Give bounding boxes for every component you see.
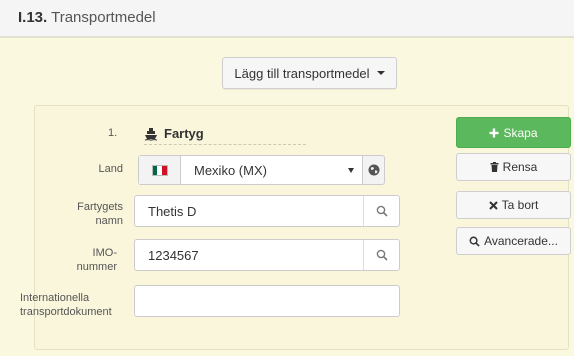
intl-docs-label: Internationella transportdokument [20,291,132,319]
search-icon [376,249,388,261]
imo-value: 1234567 [148,247,199,263]
times-icon [488,200,498,210]
mexico-flag-icon [151,164,168,176]
add-transport-label: Lägg till transportmedel [234,65,370,81]
plus-icon [489,128,499,137]
country-select[interactable]: Mexiko (MX) [138,155,363,185]
globe-button[interactable] [363,155,385,185]
country-label: Land [98,163,123,175]
entry-index: 1. [108,127,118,139]
add-transport-button[interactable]: Lägg till transportmedel [222,57,397,89]
section-header: I.13. Transportmedel [0,0,574,37]
intl-docs-label-line2: transportdokument [20,306,112,318]
vessel-name-label-line1: Fartygets [77,201,123,213]
imo-label-line2: nummer [76,261,117,273]
flag-box [139,156,181,184]
select-caret-icon [348,167,354,173]
imo-field[interactable]: 1234567 [134,239,400,271]
section-number: I.13. [18,9,48,26]
trash-icon [490,162,499,172]
transport-type-label: Fartyg [164,126,204,141]
create-button[interactable]: Skapa [456,117,571,148]
clear-button[interactable]: Rensa [456,153,571,181]
section-title: I.13. Transportmedel [18,9,156,26]
vessel-name-label-line2: namn [95,215,123,227]
vessel-name-label: Fartygets namn [34,200,123,228]
transport-type-heading: Fartyg [144,123,306,145]
remove-label: Ta bort [501,198,539,212]
globe-icon [368,164,379,176]
caret-down-icon [376,71,385,75]
intl-docs-field[interactable] [134,285,400,317]
ship-icon [144,127,158,141]
country-value: Mexiko (MX) [194,162,267,178]
advanced-label: Avancerade... [484,234,558,248]
vessel-name-search-button[interactable] [363,196,399,226]
imo-label-line1: IMO- [92,247,117,259]
imo-search-button[interactable] [363,240,399,270]
vessel-name-value: Thetis D [148,203,197,219]
intl-docs-label-line1: Internationella [20,292,90,304]
search-icon [469,236,480,247]
advanced-button[interactable]: Avancerade... [456,227,571,255]
vessel-name-field[interactable]: Thetis D [134,195,400,227]
remove-button[interactable]: Ta bort [456,191,571,219]
create-label: Skapa [503,125,538,140]
imo-label: IMO- nummer [34,246,117,274]
section-title-text: Transportmedel [51,9,156,26]
clear-label: Rensa [502,160,538,174]
search-icon [376,205,388,217]
